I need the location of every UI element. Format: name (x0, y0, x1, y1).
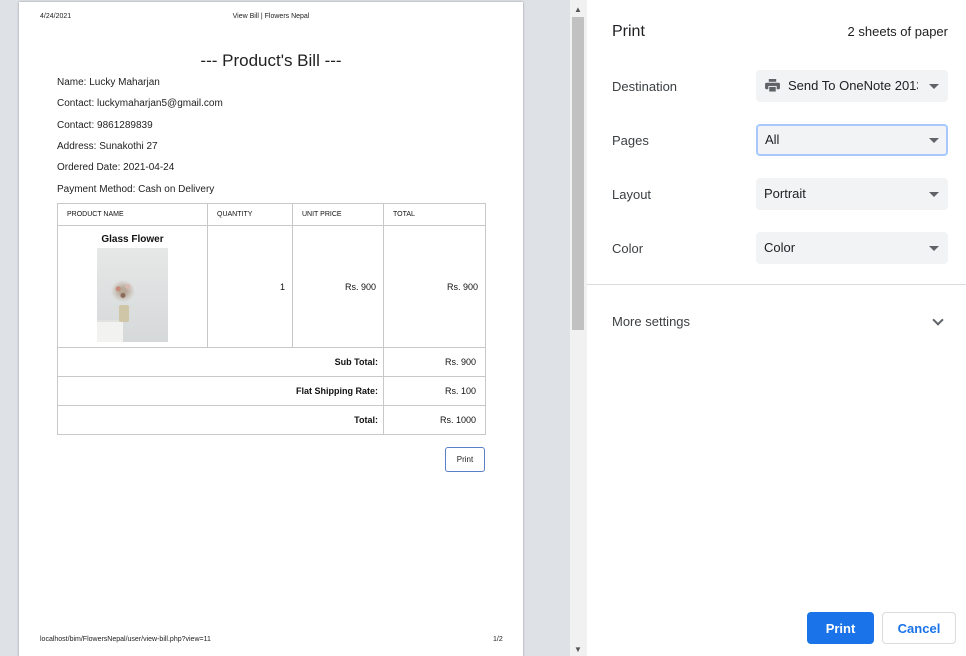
column-header: TOTAL (383, 203, 486, 226)
cancel-button[interactable]: Cancel (882, 612, 956, 644)
table-row: Glass Flower 1 Rs. 900 Rs. 900 (57, 225, 486, 348)
product-quantity: 1 (207, 225, 293, 348)
color-label: Color (612, 241, 644, 256)
customer-address: Address: Sunakothi 27 (57, 141, 158, 152)
print-button[interactable]: Print (807, 612, 874, 644)
destination-select[interactable]: Send To OneNote 2013 (756, 70, 948, 102)
chevron-down-icon[interactable] (932, 314, 944, 326)
pages-value: All (765, 132, 780, 147)
preview-scrollbar[interactable]: ▲ ▼ (570, 0, 587, 656)
column-header: PRODUCT NAME (57, 203, 208, 226)
table-row: Total: Rs. 1000 (57, 405, 486, 435)
color-value: Color (764, 240, 796, 255)
bill-table: PRODUCT NAME QUANTITY UNIT PRICE TOTAL G… (57, 203, 486, 435)
pages-select[interactable]: All (756, 124, 948, 156)
preview-page: 4/24/2021 View Bill | Flowers Nepal --- … (19, 2, 523, 656)
print-preview-area: 4/24/2021 View Bill | Flowers Nepal --- … (0, 0, 570, 656)
destination-label: Destination (612, 79, 678, 94)
page-footer-number: 1/2 (493, 636, 503, 643)
scroll-thumb[interactable] (572, 17, 584, 330)
product-cell: Glass Flower (57, 225, 208, 348)
divider (587, 284, 966, 285)
layout-value: Portrait (764, 186, 806, 201)
total-value: Rs. 1000 (383, 405, 486, 435)
subtotal-label: Sub Total: (57, 347, 384, 377)
destination-value: Send To OneNote 2013 (788, 78, 918, 93)
printer-icon (765, 79, 780, 92)
dropdown-caret-icon (929, 192, 939, 197)
sheet-count: 2 sheets of paper (847, 24, 948, 39)
layout-label: Layout (612, 187, 652, 202)
customer-phone: Contact: 9861289839 (57, 120, 153, 131)
ordered-date: Ordered Date: 2021-04-24 (57, 162, 175, 173)
page-header-title: View Bill | Flowers Nepal (232, 13, 310, 20)
dropdown-caret-icon (929, 138, 939, 143)
product-name: Glass Flower (101, 234, 164, 245)
page-print-button[interactable]: Print (445, 447, 485, 472)
column-header: QUANTITY (207, 203, 293, 226)
table-row: Flat Shipping Rate: Rs. 100 (57, 376, 486, 406)
scroll-down-arrow-icon[interactable]: ▼ (574, 645, 582, 654)
total-label: Total: (57, 405, 384, 435)
shipping-label: Flat Shipping Rate: (57, 376, 384, 406)
layout-select[interactable]: Portrait (756, 178, 948, 210)
payment-method: Payment Method: Cash on Delivery (57, 184, 215, 195)
shipping-value: Rs. 100 (383, 376, 486, 406)
dropdown-caret-icon (929, 246, 939, 251)
color-select[interactable]: Color (756, 232, 948, 264)
product-unit-price: Rs. 900 (292, 225, 384, 348)
more-settings-toggle[interactable]: More settings (612, 314, 690, 329)
print-dialog-title: Print (612, 23, 645, 40)
customer-email: Contact: luckymaharjan5@gmail.com (57, 98, 223, 109)
page-footer-url: localhost/bim/FlowersNepal/user/view-bil… (40, 636, 211, 643)
bill-title: --- Product's Bill --- (200, 51, 342, 70)
print-settings-panel: Print 2 sheets of paper Destination Send… (587, 0, 966, 656)
product-total: Rs. 900 (383, 225, 486, 348)
dropdown-caret-icon (929, 84, 939, 89)
product-image (97, 248, 168, 342)
customer-name: Name: Lucky Maharjan (57, 77, 160, 88)
table-header-row: PRODUCT NAME QUANTITY UNIT PRICE TOTAL (57, 203, 486, 226)
column-header: UNIT PRICE (292, 203, 384, 226)
table-row: Sub Total: Rs. 900 (57, 347, 486, 377)
scroll-up-arrow-icon[interactable]: ▲ (574, 5, 582, 14)
pages-label: Pages (612, 133, 649, 148)
subtotal-value: Rs. 900 (383, 347, 486, 377)
